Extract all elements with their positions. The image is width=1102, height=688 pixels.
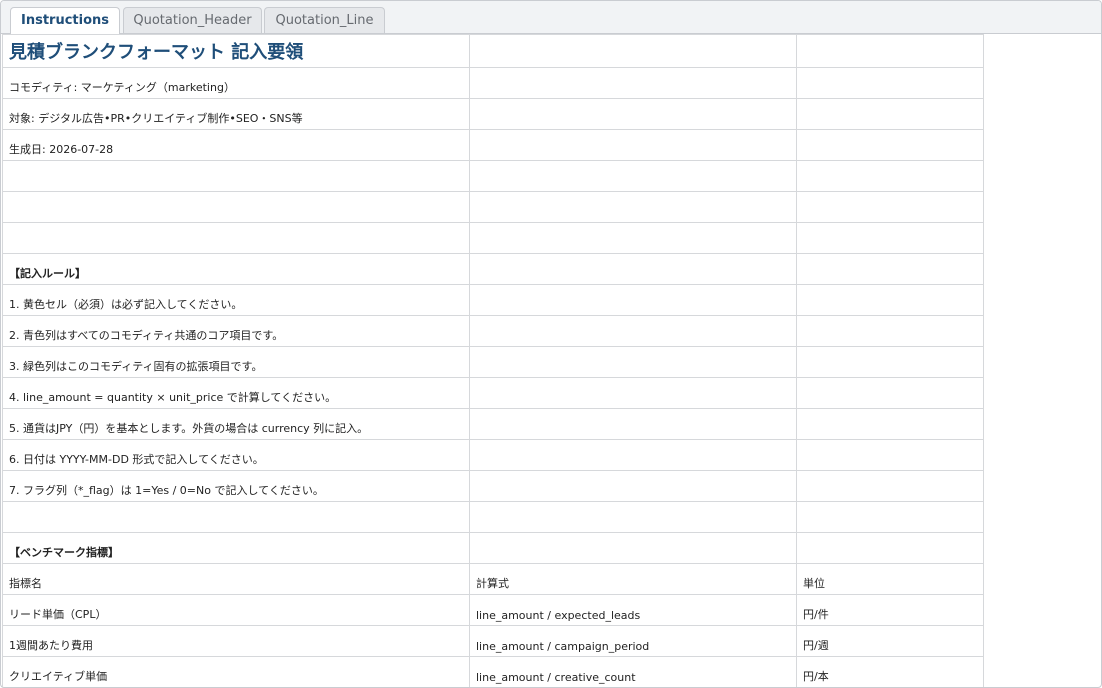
- benchmark-header-formula[interactable]: 計算式: [469, 563, 797, 595]
- empty-cell[interactable]: [469, 98, 797, 130]
- rule-cell[interactable]: 6. 日付は YYYY-MM-DD 形式で記入してください。: [2, 439, 470, 471]
- tab-quotation-header[interactable]: Quotation_Header: [123, 7, 262, 33]
- empty-cell[interactable]: [796, 253, 984, 285]
- empty-cell[interactable]: [796, 532, 984, 564]
- target-cell[interactable]: 対象: デジタル広告•PR•クリエイティブ制作•SEO・SNS等: [2, 98, 470, 130]
- empty-cell[interactable]: [796, 284, 984, 316]
- workbook-window: Instructions Quotation_Header Quotation_…: [0, 0, 1102, 688]
- empty-cell[interactable]: [2, 160, 470, 192]
- sheet-row: 7. フラグ列（*_flag）は 1=Yes / 0=No で記入してください。: [2, 470, 984, 502]
- benchmark-header-unit[interactable]: 単位: [796, 563, 984, 595]
- sheet-tab-bar: Instructions Quotation_Header Quotation_…: [1, 1, 1101, 34]
- empty-cell[interactable]: [796, 439, 984, 471]
- empty-cell[interactable]: [796, 67, 984, 99]
- sheet-row: 見積ブランクフォーマット 記入要領: [2, 34, 984, 68]
- benchmark-row: クリエイティブ単価 line_amount / creative_count 円…: [2, 656, 984, 687]
- benchmark-formula-cell[interactable]: line_amount / creative_count: [469, 656, 797, 687]
- sheet-row: 生成日: 2026-07-28: [2, 129, 984, 161]
- sheet-row: 4. line_amount = quantity × unit_price で…: [2, 377, 984, 409]
- sheet-row: 2. 青色列はすべてのコモディティ共通のコア項目です。: [2, 315, 984, 347]
- sheet-title-cell[interactable]: 見積ブランクフォーマット 記入要領: [2, 34, 470, 68]
- rule-cell[interactable]: 3. 緑色列はこのコモディティ固有の拡張項目です。: [2, 346, 470, 378]
- empty-cell[interactable]: [469, 439, 797, 471]
- empty-cell[interactable]: [796, 222, 984, 254]
- rule-cell[interactable]: 1. 黄色セル（必須）は必ず記入してください。: [2, 284, 470, 316]
- benchmark-header-metric[interactable]: 指標名: [2, 563, 470, 595]
- empty-cell[interactable]: [796, 191, 984, 223]
- empty-cell[interactable]: [469, 284, 797, 316]
- benchmark-row: リード単価（CPL） line_amount / expected_leads …: [2, 594, 984, 626]
- rules-heading-cell[interactable]: 【記入ルール】: [2, 253, 470, 285]
- benchmark-formula-cell[interactable]: line_amount / expected_leads: [469, 594, 797, 626]
- empty-cell[interactable]: [469, 191, 797, 223]
- sheet-row: [2, 160, 984, 192]
- sheet-row: [2, 222, 984, 254]
- empty-cell[interactable]: [796, 377, 984, 409]
- sheet-row: 3. 緑色列はこのコモディティ固有の拡張項目です。: [2, 346, 984, 378]
- rule-cell[interactable]: 7. フラグ列（*_flag）は 1=Yes / 0=No で記入してください。: [2, 470, 470, 502]
- sheet-row: コモディティ: マーケティング（marketing）: [2, 67, 984, 99]
- empty-cell[interactable]: [796, 346, 984, 378]
- empty-cell[interactable]: [469, 532, 797, 564]
- benchmark-unit-cell[interactable]: 円/件: [796, 594, 984, 626]
- rule-cell[interactable]: 4. line_amount = quantity × unit_price で…: [2, 377, 470, 409]
- empty-cell[interactable]: [469, 253, 797, 285]
- empty-cell[interactable]: [469, 315, 797, 347]
- sheet-row: 【記入ルール】: [2, 253, 984, 285]
- empty-cell[interactable]: [796, 129, 984, 161]
- empty-cell[interactable]: [469, 470, 797, 502]
- empty-cell[interactable]: [469, 67, 797, 99]
- generated-date-cell[interactable]: 生成日: 2026-07-28: [2, 129, 470, 161]
- empty-cell[interactable]: [796, 470, 984, 502]
- commodity-cell[interactable]: コモディティ: マーケティング（marketing）: [2, 67, 470, 99]
- empty-cell[interactable]: [796, 315, 984, 347]
- empty-cell[interactable]: [469, 408, 797, 440]
- instructions-sheet-grid: 見積ブランクフォーマット 記入要領 コモディティ: マーケティング（market…: [2, 34, 984, 687]
- empty-cell[interactable]: [2, 222, 470, 254]
- benchmark-unit-cell[interactable]: 円/本: [796, 656, 984, 687]
- empty-cell[interactable]: [469, 160, 797, 192]
- empty-cell[interactable]: [469, 501, 797, 533]
- tab-quotation-line[interactable]: Quotation_Line: [264, 7, 385, 33]
- benchmark-metric-cell[interactable]: クリエイティブ単価: [2, 656, 470, 687]
- empty-cell[interactable]: [469, 34, 797, 68]
- empty-cell[interactable]: [469, 377, 797, 409]
- empty-cell[interactable]: [469, 222, 797, 254]
- rule-cell[interactable]: 2. 青色列はすべてのコモディティ共通のコア項目です。: [2, 315, 470, 347]
- rule-cell[interactable]: 5. 通貨はJPY（円）を基本とします。外貨の場合は currency 列に記入…: [2, 408, 470, 440]
- sheet-row: 6. 日付は YYYY-MM-DD 形式で記入してください。: [2, 439, 984, 471]
- empty-cell[interactable]: [796, 34, 984, 68]
- empty-cell[interactable]: [2, 191, 470, 223]
- benchmark-metric-cell[interactable]: リード単価（CPL）: [2, 594, 470, 626]
- benchmark-metric-cell[interactable]: 1週間あたり費用: [2, 625, 470, 657]
- sheet-row: 5. 通貨はJPY（円）を基本とします。外貨の場合は currency 列に記入…: [2, 408, 984, 440]
- sheet-row: 対象: デジタル広告•PR•クリエイティブ制作•SEO・SNS等: [2, 98, 984, 130]
- empty-cell[interactable]: [2, 501, 470, 533]
- sheet-row: [2, 501, 984, 533]
- empty-cell[interactable]: [469, 129, 797, 161]
- tab-instructions[interactable]: Instructions: [10, 7, 120, 34]
- empty-cell[interactable]: [469, 346, 797, 378]
- empty-cell[interactable]: [796, 160, 984, 192]
- empty-cell[interactable]: [796, 501, 984, 533]
- sheet-row: 1. 黄色セル（必須）は必ず記入してください。: [2, 284, 984, 316]
- benchmark-row: 1週間あたり費用 line_amount / campaign_period 円…: [2, 625, 984, 657]
- empty-cell[interactable]: [796, 98, 984, 130]
- empty-cell[interactable]: [796, 408, 984, 440]
- benchmark-heading-cell[interactable]: 【ベンチマーク指標】: [2, 532, 470, 564]
- benchmark-formula-cell[interactable]: line_amount / campaign_period: [469, 625, 797, 657]
- sheet-row: 【ベンチマーク指標】: [2, 532, 984, 564]
- sheet-row: [2, 191, 984, 223]
- benchmark-unit-cell[interactable]: 円/週: [796, 625, 984, 657]
- benchmark-header-row: 指標名 計算式 単位: [2, 563, 984, 595]
